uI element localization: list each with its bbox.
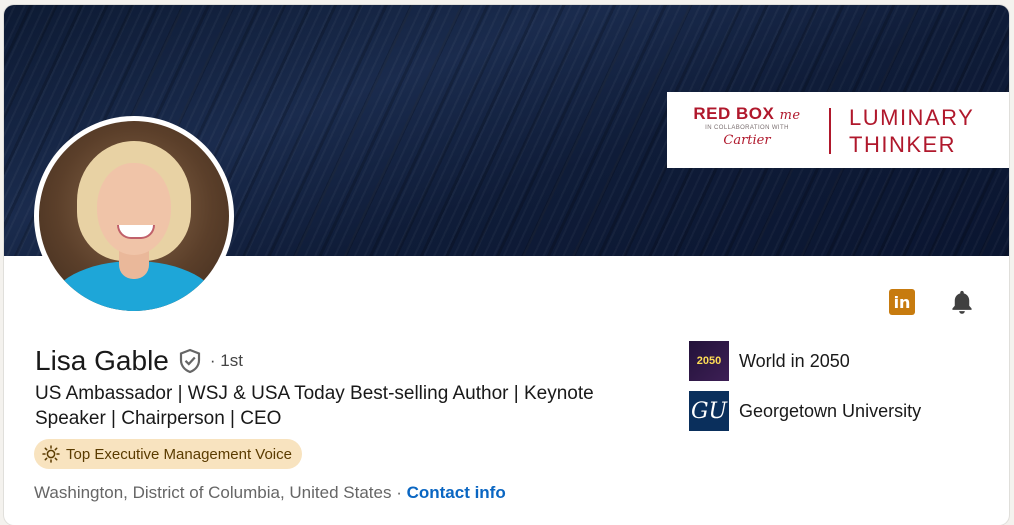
profile-photo[interactable] [34, 116, 234, 316]
bell-icon[interactable] [948, 288, 976, 316]
red-box-me-logo: RED BOX me IN COLLABORATION WITH Cartier [687, 104, 807, 148]
linkedin-icon[interactable]: in [889, 289, 915, 315]
org-item-georgetown[interactable]: GU Georgetown University [689, 391, 921, 431]
luminary-thinker-text: LUMINARY THINKER [849, 104, 974, 158]
org-name: World in 2050 [739, 350, 850, 371]
red-box-title: RED BOX [693, 104, 775, 123]
brand-divider [829, 108, 831, 154]
world-in-2050-logo: 2050 [689, 341, 729, 381]
cartier-logo: Cartier [723, 133, 771, 148]
red-box-suffix: me [779, 108, 801, 123]
banner-brand-panel: RED BOX me IN COLLABORATION WITH Cartier… [667, 92, 1009, 168]
verified-shield-icon[interactable] [178, 348, 202, 374]
thinker-line: THINKER [849, 132, 957, 157]
luminary-line: LUMINARY [849, 105, 975, 130]
location-row: Washington, District of Columbia, United… [34, 483, 506, 503]
georgetown-logo: GU [689, 391, 729, 431]
lightbulb-icon [42, 445, 60, 463]
collab-text: IN COLLABORATION WITH [705, 125, 789, 131]
profile-actions: in [889, 288, 976, 316]
location-separator: · [391, 483, 407, 502]
contact-info-link[interactable]: Contact info [407, 483, 506, 502]
top-voice-label: Top Executive Management Voice [66, 445, 292, 463]
org-name: Georgetown University [739, 400, 922, 421]
profile-location: Washington, District of Columbia, United… [34, 483, 392, 502]
profile-headline: US Ambassador | WSJ & USA Today Best-sel… [35, 383, 594, 429]
profile-card: RED BOX me IN COLLABORATION WITH Cartier… [4, 5, 1009, 525]
connection-degree: · 1st [209, 351, 243, 370]
top-voice-badge[interactable]: Top Executive Management Voice [34, 439, 302, 469]
name-row: Lisa Gable · 1st [35, 345, 243, 377]
profile-name: Lisa Gable [35, 345, 169, 376]
profile-photo-image [39, 121, 229, 311]
org-item-world-in-2050[interactable]: 2050 World in 2050 [689, 341, 850, 381]
